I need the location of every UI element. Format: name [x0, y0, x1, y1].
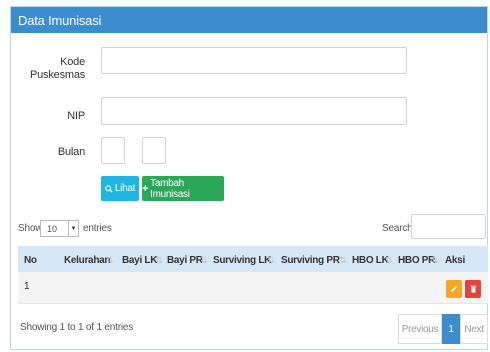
- col-bayi-pr[interactable]: Bayi PR: [167, 255, 203, 266]
- panel-title: Data Imunisasi: [11, 7, 487, 33]
- page-1-button[interactable]: 1: [442, 314, 460, 344]
- col-surviving-lk[interactable]: Surviving LK: [213, 255, 271, 266]
- sort-icon: ⇅: [431, 255, 439, 265]
- edit-button[interactable]: [446, 280, 462, 298]
- pencil-icon: [451, 286, 457, 292]
- kode-puskesmas-label: Kode Puskesmas: [30, 56, 85, 82]
- col-bayi-lk[interactable]: Bayi LK: [122, 255, 157, 266]
- chevron-down-icon: ▼: [68, 221, 78, 236]
- sort-icon: ⇅: [200, 255, 208, 265]
- show-label: Show: [18, 223, 43, 234]
- lihat-button[interactable]: Lihat: [101, 176, 139, 201]
- sort-icon: ⇅: [267, 255, 275, 265]
- sort-icon: ⇅: [385, 255, 393, 265]
- entries-value: 10: [47, 224, 58, 234]
- entries-label: entries: [83, 223, 112, 234]
- row-no: 1: [24, 281, 30, 292]
- lihat-label: Lihat: [114, 183, 136, 194]
- table-info: Showing 1 to 1 of 1 entries: [20, 322, 134, 333]
- col-kelurahan[interactable]: Kelurahan: [64, 255, 111, 266]
- kode-label-line2: Puskesmas: [30, 69, 86, 81]
- search-icon: [105, 184, 113, 193]
- col-hbo-pr[interactable]: HBO PR: [398, 255, 435, 266]
- col-aksi[interactable]: Aksi: [445, 255, 465, 266]
- trash-icon: [470, 285, 476, 293]
- kode-label-line1: Kode: [60, 56, 85, 68]
- plus-icon: +: [142, 182, 149, 195]
- bulan-input-1[interactable]: [101, 137, 125, 164]
- nip-input[interactable]: [101, 97, 407, 125]
- nip-label: NIP: [67, 110, 85, 122]
- delete-button[interactable]: [465, 280, 481, 298]
- col-surviving-pr[interactable]: Surviving PR: [281, 255, 340, 266]
- sort-icon: ⇅: [339, 255, 347, 265]
- tambah-imunisasi-button[interactable]: + Tambah Imunisasi: [142, 176, 224, 201]
- table-row: [18, 272, 488, 304]
- bulan-input-2[interactable]: [142, 137, 166, 164]
- sort-icon: ⇅: [106, 255, 114, 265]
- next-button[interactable]: Next: [460, 314, 488, 344]
- sort-icon: ⇅: [155, 255, 163, 265]
- col-no[interactable]: No: [24, 255, 37, 266]
- previous-button[interactable]: Previous: [398, 314, 442, 344]
- search-input[interactable]: [411, 214, 486, 239]
- bulan-label: Bulan: [57, 146, 85, 158]
- tambah-label: Tambah Imunisasi: [150, 177, 190, 200]
- entries-select[interactable]: 10 ▼: [40, 220, 79, 237]
- kode-puskesmas-input[interactable]: [101, 47, 407, 74]
- col-hbo-lk[interactable]: HBO LK: [352, 255, 389, 266]
